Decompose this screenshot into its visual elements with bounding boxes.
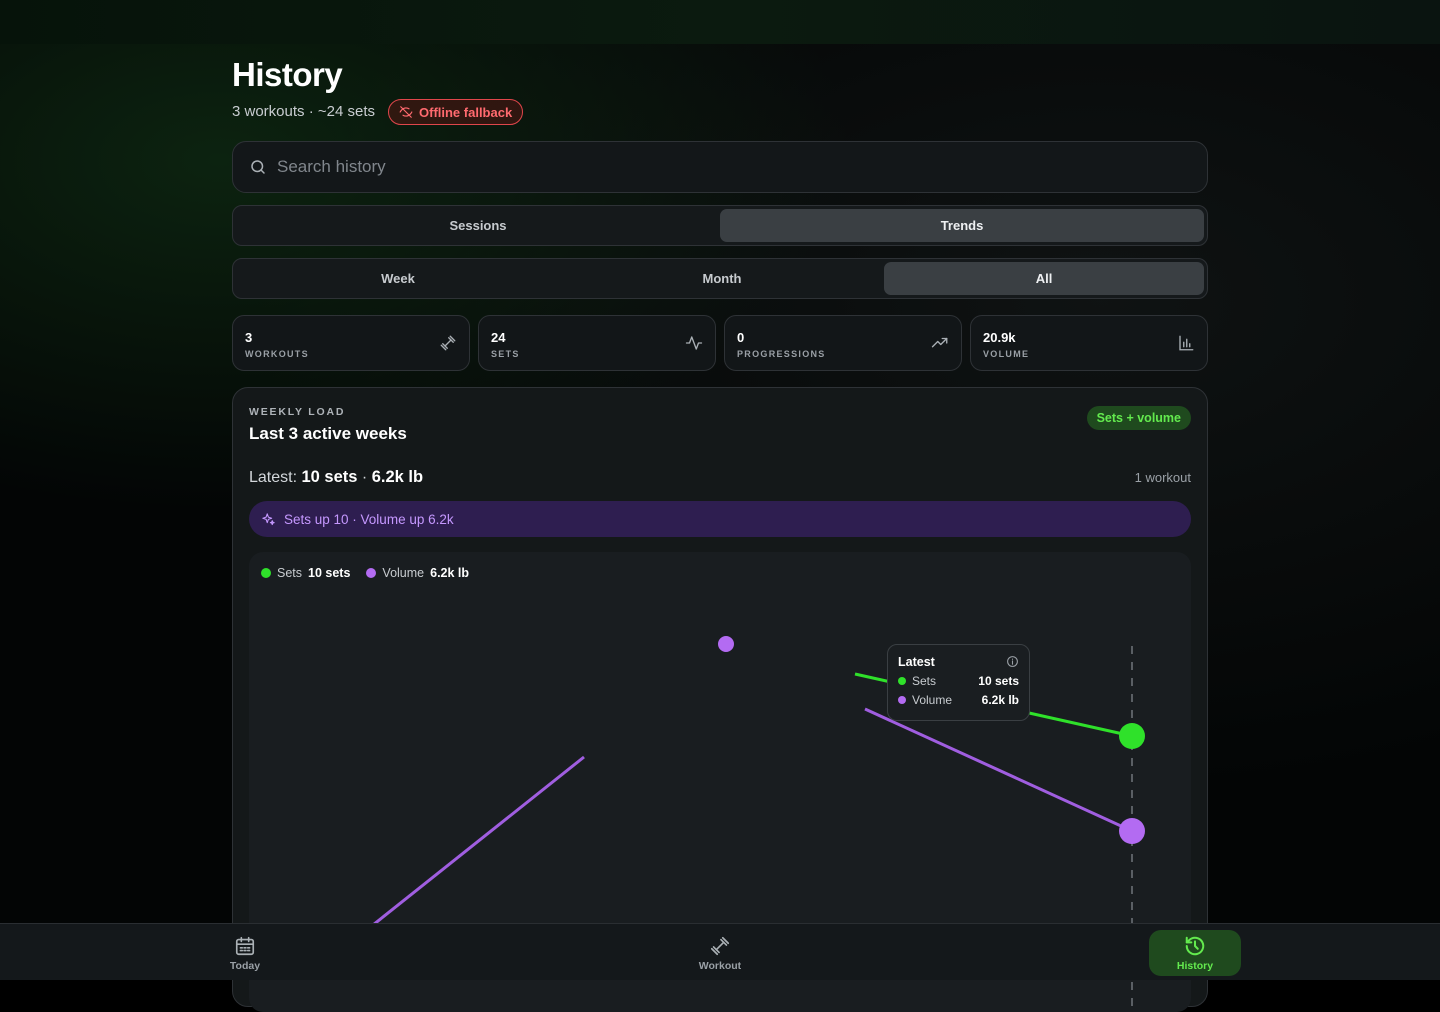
range-all[interactable]: All (884, 262, 1204, 295)
tooltip-row-volume: Volume 6.2k lb (898, 693, 1019, 707)
legend-volume: Volume 6.2k lb (366, 566, 469, 580)
search-icon (251, 160, 265, 174)
eye-off-icon (399, 106, 413, 118)
chart-legend: Sets 10 sets Volume 6.2k lb (261, 566, 469, 580)
tab-trends[interactable]: Trends (720, 209, 1204, 242)
bottom-nav: Today Workout History (0, 923, 1440, 980)
stats-row: 3 WORKOUTS 24 SETS 0 PROGRESSIONS 20.9k … (232, 315, 1208, 371)
weekly-load-card: WEEKLY LOAD Last 3 active weeks Sets + v… (232, 387, 1208, 1012)
stat-label: WORKOUTS (245, 349, 309, 359)
volume-point-latest[interactable] (1119, 818, 1145, 844)
sparkles-icon (262, 512, 275, 525)
latest-prefix: Latest: (249, 469, 298, 486)
view-toggle: Sessions Trends (232, 205, 1208, 246)
card-eyebrow: WEEKLY LOAD (249, 406, 346, 418)
legend-name: Sets (277, 566, 303, 580)
bar-chart-icon (1179, 335, 1194, 351)
tooltip-title: Latest (898, 655, 935, 669)
dumbbell-icon (440, 335, 456, 351)
nav-label: Workout (698, 959, 742, 972)
latest-volume: 6.2k lb (371, 468, 424, 486)
offline-fallback-badge: Offline fallback (388, 99, 524, 125)
history-summary: 3 workouts · ~24 sets (232, 103, 375, 120)
sets-point-latest[interactable] (1119, 723, 1145, 749)
stat-sets: 24 SETS (478, 315, 716, 371)
range-week[interactable]: Week (236, 262, 560, 295)
search-input[interactable] (277, 157, 1157, 177)
insight-text: Sets up 10 · Volume up 6.2k (284, 511, 454, 527)
nav-label: Today (229, 959, 261, 972)
tooltip-row-name: Sets (912, 674, 937, 688)
stat-value: 24 (491, 330, 506, 345)
top-bar (0, 0, 1440, 44)
latest-separator: · (361, 469, 368, 486)
tab-sessions[interactable]: Sessions (236, 209, 720, 242)
stat-value: 3 (245, 330, 253, 345)
tooltip-row-value: 6.2k lb (981, 693, 1019, 707)
insight-banner: Sets up 10 · Volume up 6.2k (249, 501, 1191, 537)
calendar-icon (235, 936, 255, 955)
legend-value: 6.2k lb (430, 566, 470, 580)
range-month[interactable]: Month (560, 262, 884, 295)
latest-sets: 10 sets (301, 468, 358, 486)
volume-point[interactable] (716, 634, 736, 654)
stat-volume: 20.9k VOLUME (970, 315, 1208, 371)
nav-history[interactable]: History (1149, 930, 1241, 976)
range-toggle: Week Month All (232, 258, 1208, 299)
legend-name: Volume (382, 566, 425, 580)
card-title: Last 3 active weeks (249, 424, 407, 443)
search-bar[interactable] (232, 141, 1208, 193)
stat-label: PROGRESSIONS (737, 349, 826, 359)
info-icon[interactable] (1006, 655, 1019, 668)
offline-badge-label: Offline fallback (419, 104, 513, 120)
tooltip-swatch (898, 677, 906, 685)
metric-badge: Sets + volume (1086, 406, 1191, 430)
legend-sets: Sets 10 sets (261, 566, 350, 580)
activity-icon (685, 336, 703, 350)
legend-value: 10 sets (308, 566, 351, 580)
stat-value: 0 (737, 330, 745, 345)
tooltip-row-value: 10 sets (978, 674, 1019, 688)
stat-workouts: 3 WORKOUTS (232, 315, 470, 371)
stat-label: VOLUME (983, 349, 1030, 359)
legend-swatch (261, 568, 271, 578)
dumbbell-icon (710, 936, 730, 955)
tooltip-row-name: Volume (912, 693, 953, 707)
chart-tooltip: Latest Sets 10 sets Volume 6.2k lb (887, 644, 1030, 721)
nav-today[interactable]: Today (199, 930, 291, 976)
latest-summary: Latest: 10 sets · 6.2k lb (249, 468, 423, 487)
tooltip-row-sets: Sets 10 sets (898, 674, 1019, 688)
trending-up-icon (931, 337, 948, 348)
stat-value: 20.9k (983, 330, 1016, 345)
legend-swatch (366, 568, 377, 578)
nav-workout[interactable]: Workout (674, 930, 766, 976)
page-title: History (232, 56, 343, 93)
stat-progressions: 0 PROGRESSIONS (724, 315, 962, 371)
tooltip-swatch (898, 696, 906, 704)
workout-count: 1 workout (1134, 470, 1191, 485)
history-icon (1185, 936, 1205, 955)
stat-label: SETS (491, 349, 520, 359)
nav-label: History (1176, 959, 1214, 972)
